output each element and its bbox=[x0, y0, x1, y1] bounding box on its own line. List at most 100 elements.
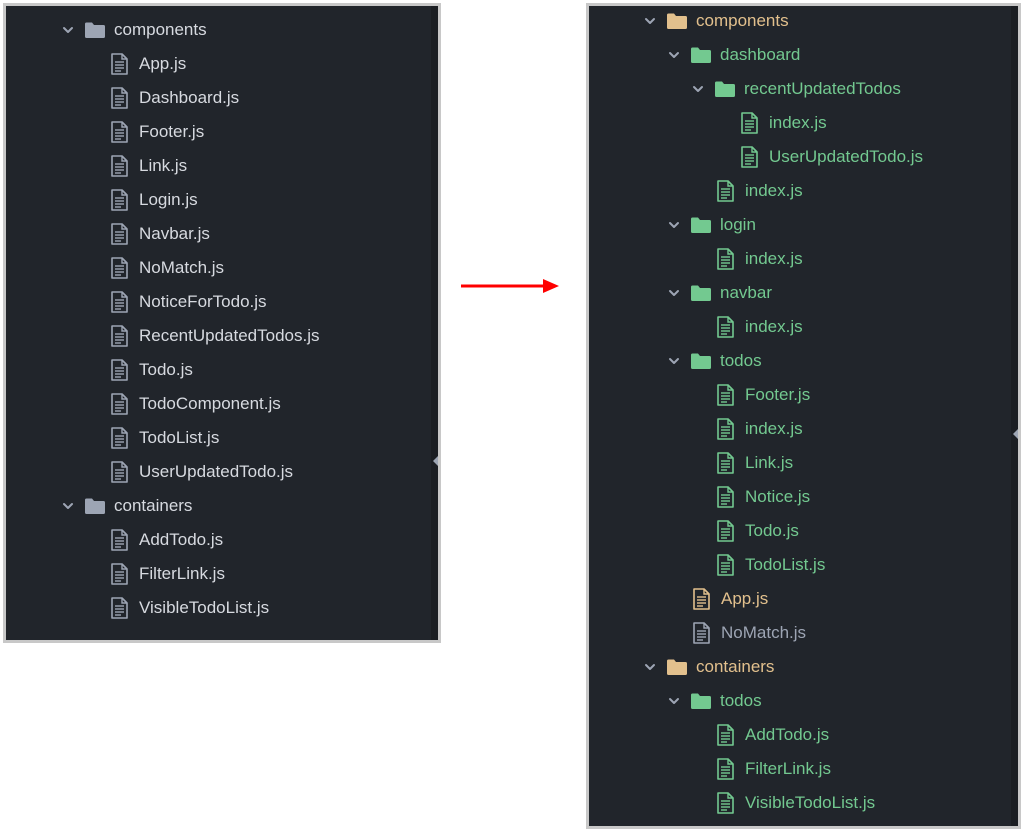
tree-file[interactable]: UserUpdatedTodo.js bbox=[108, 459, 293, 485]
tree-file[interactable]: index.js bbox=[714, 178, 803, 204]
file-text-icon bbox=[714, 554, 736, 576]
tree-file[interactable]: index.js bbox=[714, 416, 803, 442]
tree-file[interactable]: FilterLink.js bbox=[714, 756, 831, 782]
file-text-icon bbox=[714, 520, 736, 542]
tree-file[interactable]: NoticeForTodo.js bbox=[108, 289, 267, 315]
file-label: UserUpdatedTodo.js bbox=[139, 462, 294, 481]
file-text-icon bbox=[108, 563, 130, 585]
chevron-down-icon[interactable] bbox=[666, 353, 682, 369]
tree-file[interactable]: VisibleTodoList.js bbox=[108, 595, 269, 621]
file-text-icon bbox=[108, 529, 130, 551]
file-text-icon bbox=[690, 588, 712, 610]
chevron-down-icon[interactable] bbox=[666, 285, 682, 301]
chevron-down-icon[interactable] bbox=[690, 81, 706, 97]
tree-folder[interactable]: components bbox=[60, 17, 207, 43]
file-text-icon bbox=[714, 792, 736, 814]
file-label: index.js bbox=[745, 181, 803, 200]
tree-file[interactable]: FilterLink.js bbox=[108, 561, 225, 587]
file-text-icon bbox=[108, 155, 130, 177]
file-text-icon bbox=[108, 121, 130, 143]
tree-view-after: components dashboard recentUpdatedTodos ind… bbox=[586, 3, 1021, 829]
tree-file[interactable]: TodoList.js bbox=[108, 425, 219, 451]
chevron-down-icon[interactable] bbox=[666, 217, 682, 233]
chevron-down-icon[interactable] bbox=[60, 22, 76, 38]
file-label: AddTodo.js bbox=[745, 725, 830, 744]
tree-file[interactable]: TodoComponent.js bbox=[108, 391, 281, 417]
tree-file[interactable]: Todo.js bbox=[714, 518, 799, 544]
tree-file[interactable]: AddTodo.js bbox=[108, 527, 223, 553]
folder-label: containers bbox=[696, 657, 775, 676]
resize-handle[interactable] bbox=[1013, 428, 1018, 440]
tree-file[interactable]: App.js bbox=[690, 586, 768, 612]
tree-file[interactable]: AddTodo.js bbox=[714, 722, 829, 748]
file-label: VisibleTodoList.js bbox=[139, 598, 270, 617]
file-text-icon bbox=[108, 427, 130, 449]
file-label: NoMatch.js bbox=[721, 623, 807, 642]
tree-folder[interactable]: dashboard bbox=[666, 42, 800, 68]
folder-label: recentUpdatedTodos bbox=[744, 79, 901, 98]
chevron-down-icon[interactable] bbox=[60, 498, 76, 514]
file-text-icon bbox=[714, 758, 736, 780]
file-label: Todo.js bbox=[745, 521, 799, 540]
folder-icon bbox=[690, 282, 712, 304]
tree-file[interactable]: UserUpdatedTodo.js bbox=[738, 144, 923, 170]
file-label: VisibleTodoList.js bbox=[745, 793, 876, 812]
file-text-icon bbox=[714, 384, 736, 406]
arrow-right-icon bbox=[461, 279, 559, 293]
tree-folder[interactable]: components bbox=[642, 8, 789, 34]
tree-folder[interactable]: navbar bbox=[666, 280, 772, 306]
folder-icon bbox=[690, 44, 712, 66]
tree-folder[interactable]: recentUpdatedTodos bbox=[690, 76, 901, 102]
folder-icon bbox=[714, 78, 736, 100]
chevron-down-icon[interactable] bbox=[642, 13, 658, 29]
file-label: NoMatch.js bbox=[139, 258, 225, 277]
tree-file[interactable]: RecentUpdatedTodos.js bbox=[108, 323, 320, 349]
tree-folder[interactable]: todos bbox=[666, 688, 762, 714]
file-label: Dashboard.js bbox=[139, 88, 240, 107]
file-text-icon bbox=[690, 622, 712, 644]
tree-scrollbar[interactable] bbox=[1011, 6, 1018, 826]
tree-scrollbar[interactable] bbox=[431, 6, 438, 640]
tree-file[interactable]: Login.js bbox=[108, 187, 198, 213]
folder-label: todos bbox=[720, 691, 762, 710]
folder-icon bbox=[690, 214, 712, 236]
tree-file[interactable]: Footer.js bbox=[714, 382, 810, 408]
file-label: AddTodo.js bbox=[139, 530, 224, 549]
resize-handle[interactable] bbox=[433, 455, 438, 467]
chevron-down-icon[interactable] bbox=[666, 693, 682, 709]
chevron-down-icon[interactable] bbox=[642, 659, 658, 675]
tree-file[interactable]: index.js bbox=[714, 314, 803, 340]
tree-file[interactable]: NoMatch.js bbox=[690, 620, 806, 646]
tree-file[interactable]: index.js bbox=[738, 110, 827, 136]
file-text-icon bbox=[108, 597, 130, 619]
tree-file[interactable]: Todo.js bbox=[108, 357, 193, 383]
file-text-icon bbox=[108, 87, 130, 109]
folder-label: login bbox=[720, 215, 756, 234]
file-label: NoticeForTodo.js bbox=[139, 292, 267, 311]
folder-label: navbar bbox=[720, 283, 772, 302]
tree-file[interactable]: Link.js bbox=[108, 153, 187, 179]
file-label: Notice.js bbox=[745, 487, 811, 506]
chevron-down-icon[interactable] bbox=[666, 47, 682, 63]
folder-label: components bbox=[114, 20, 207, 39]
tree-folder[interactable]: containers bbox=[642, 654, 774, 680]
file-text-icon bbox=[108, 325, 130, 347]
tree-file[interactable]: NoMatch.js bbox=[108, 255, 224, 281]
file-label: App.js bbox=[139, 54, 187, 73]
tree-folder[interactable]: login bbox=[666, 212, 756, 238]
file-label: TodoList.js bbox=[139, 428, 220, 447]
tree-folder[interactable]: containers bbox=[60, 493, 192, 519]
tree-file[interactable]: Footer.js bbox=[108, 119, 204, 145]
file-text-icon bbox=[714, 248, 736, 270]
file-label: Navbar.js bbox=[139, 224, 210, 243]
tree-file[interactable]: Notice.js bbox=[714, 484, 810, 510]
tree-folder[interactable]: todos bbox=[666, 348, 762, 374]
tree-file[interactable]: App.js bbox=[108, 51, 186, 77]
tree-file[interactable]: Dashboard.js bbox=[108, 85, 239, 111]
tree-file[interactable]: VisibleTodoList.js bbox=[714, 790, 875, 816]
file-text-icon bbox=[738, 146, 760, 168]
tree-file[interactable]: TodoList.js bbox=[714, 552, 825, 578]
tree-file[interactable]: index.js bbox=[714, 246, 803, 272]
tree-file[interactable]: Navbar.js bbox=[108, 221, 210, 247]
tree-file[interactable]: Link.js bbox=[714, 450, 793, 476]
